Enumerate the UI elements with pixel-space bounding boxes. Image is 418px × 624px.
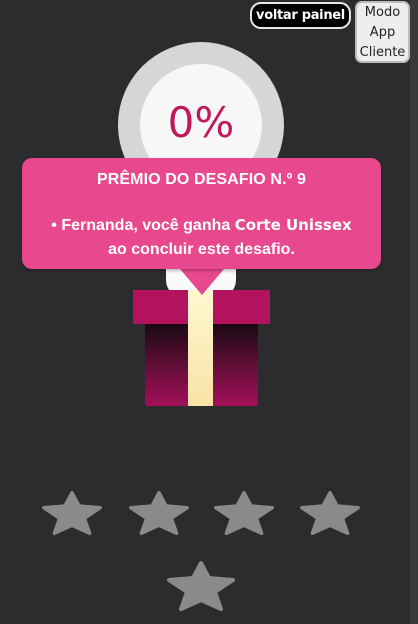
star-2-icon: [129, 491, 189, 535]
star-5-icon: [167, 561, 235, 611]
star-1-icon: [42, 491, 102, 535]
star-4-icon: [300, 491, 360, 535]
rating-stars: [0, 0, 418, 624]
star-3-icon: [214, 491, 274, 535]
